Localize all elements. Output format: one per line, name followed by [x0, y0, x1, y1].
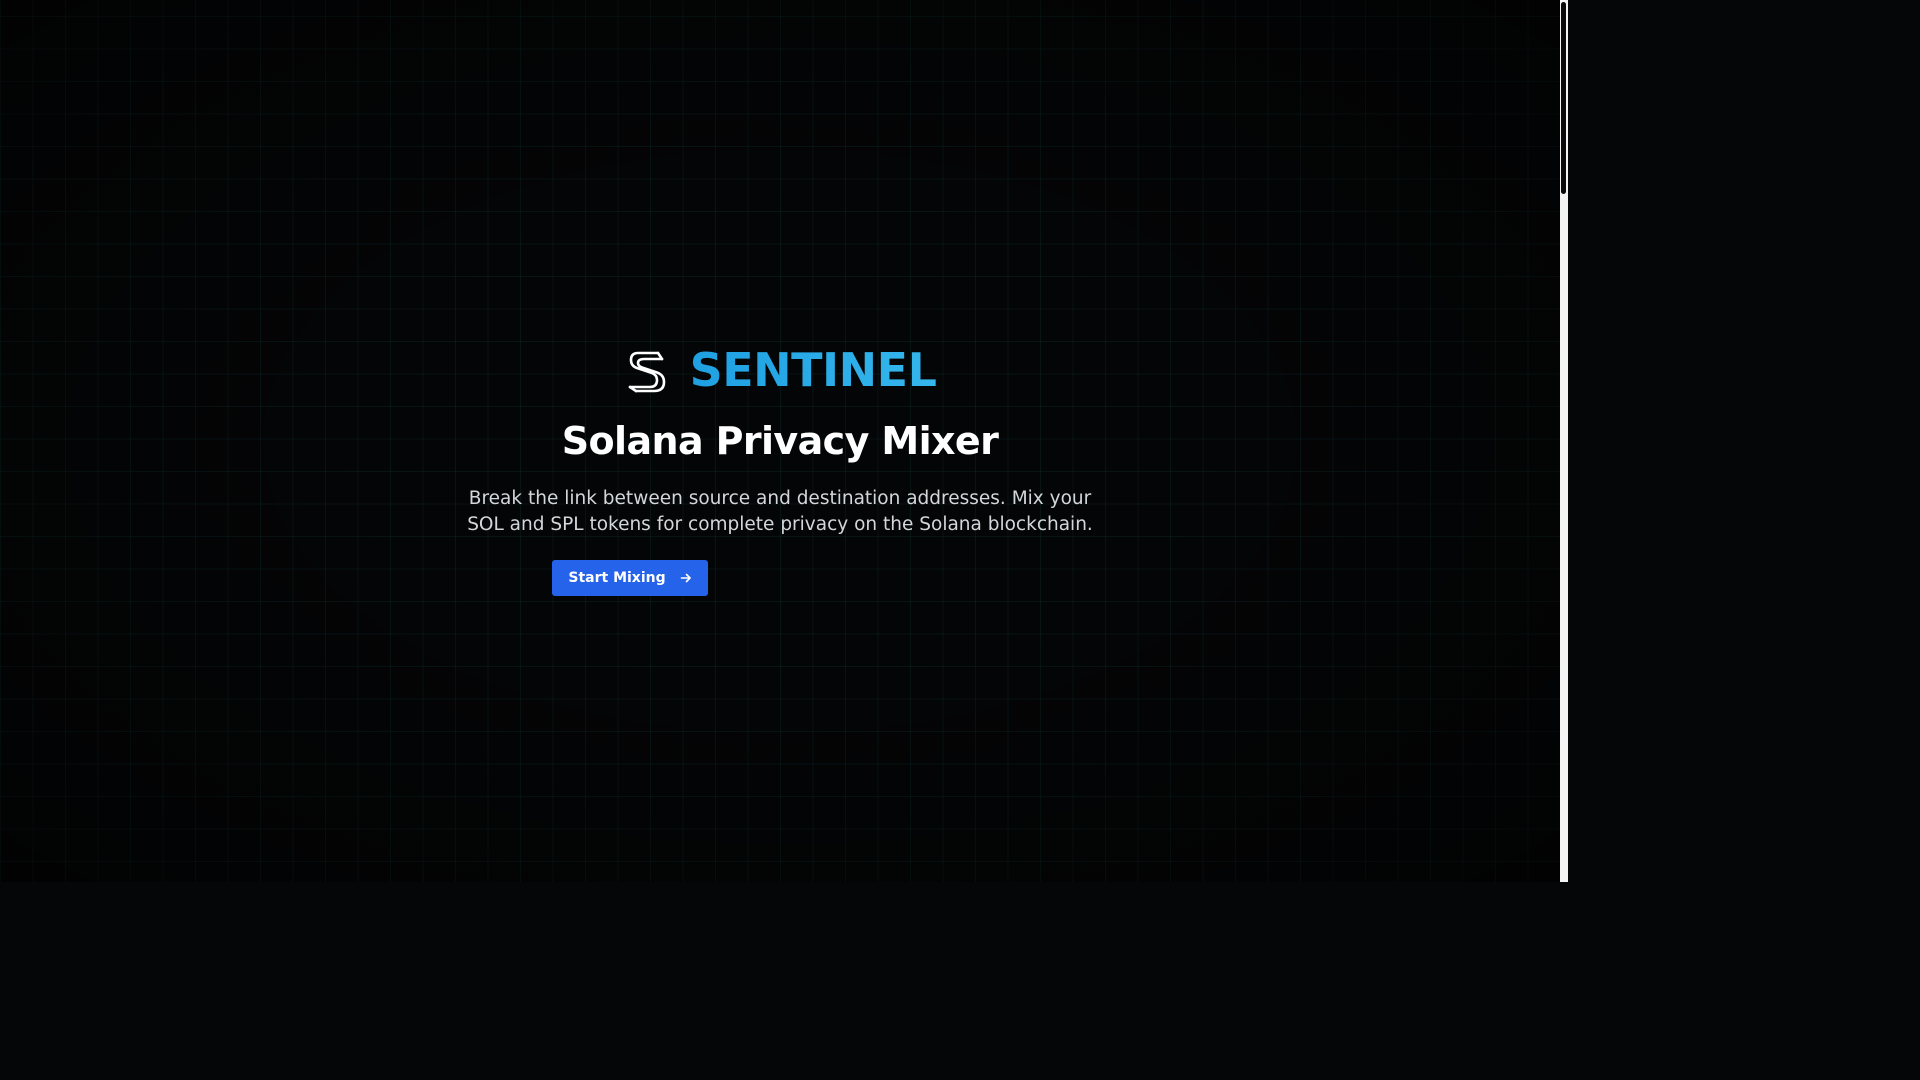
sentinel-s-logo-icon — [624, 347, 668, 393]
hero-description: Break the link between source and destin… — [467, 488, 1093, 535]
vertical-scrollbar[interactable] — [1560, 0, 1568, 882]
cta-row: Start Mixing — [552, 560, 708, 596]
arrow-right-icon — [680, 572, 692, 584]
start-mixing-label: Start Mixing — [568, 570, 666, 586]
hero-section: SENTINEL Solana Privacy Mixer Break the … — [0, 340, 1560, 596]
page-title: Solana Privacy Mixer — [561, 419, 999, 463]
start-mixing-button[interactable]: Start Mixing — [552, 560, 708, 596]
scrollbar-thumb[interactable] — [1561, 2, 1566, 194]
brand-header: SENTINEL — [0, 340, 1560, 400]
brand-name: SENTINEL — [690, 340, 937, 400]
